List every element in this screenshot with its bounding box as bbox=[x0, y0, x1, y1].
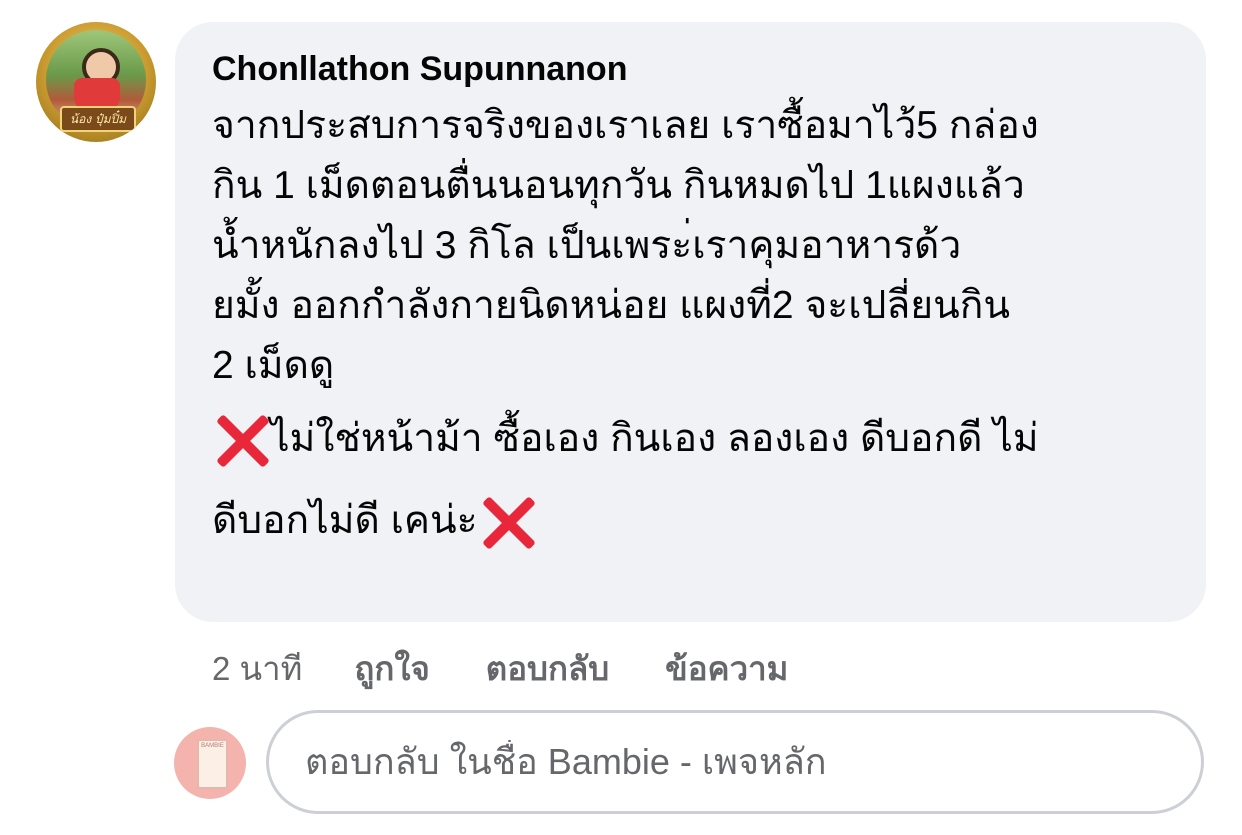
reply-input[interactable] bbox=[303, 740, 1167, 784]
comment-emoji-line: ไม่ใช่หน้าม้า ซื้อเอง กินเอง ลองเอง ดีบอ… bbox=[212, 400, 1176, 478]
comment-text-line: 2 เม็ดดู bbox=[212, 344, 335, 387]
avatar-name-tag: น้อง ปุ๋มปิ๋ม bbox=[60, 106, 136, 132]
reply-box[interactable] bbox=[266, 710, 1204, 814]
comment-text-segment: ไม่ใช่หน้าม้า ซื้อเอง กินเอง ลองเอง ดีบอ… bbox=[270, 417, 1039, 460]
like-button[interactable]: ถูกใจ bbox=[354, 642, 429, 695]
comment-text-line: จากประสบการจริงของเราเลย เราซื้อมาไว้5 ก… bbox=[212, 104, 1039, 147]
comment-author[interactable]: Chonllathon Supunnanon bbox=[212, 48, 1176, 90]
cross-mark-icon bbox=[212, 410, 270, 468]
product-box-icon bbox=[197, 739, 228, 789]
comment-emoji-line: ดีบอกไม่ดี เคน่ะ bbox=[212, 482, 1176, 560]
comment-actions: 2 นาที ถูกใจ ตอบกลับ ข้อความ bbox=[212, 642, 844, 695]
comment-text-line: ยมั้ง ออกกำลังกายนิดหน่อย แผงที่2 จะเปลี… bbox=[212, 284, 1011, 327]
comment-timestamp[interactable]: 2 นาที bbox=[212, 642, 302, 695]
commenter-avatar[interactable]: น้อง ปุ๋มปิ๋ม bbox=[36, 22, 156, 142]
cross-mark-icon bbox=[478, 492, 536, 550]
comment-text-segment: ดีบอกไม่ดี เคน่ะ bbox=[212, 499, 478, 542]
page-avatar[interactable] bbox=[174, 727, 246, 799]
reply-button[interactable]: ตอบกลับ bbox=[486, 642, 609, 695]
comment-bubble: Chonllathon Supunnanon จากประสบการจริงขอ… bbox=[175, 22, 1206, 622]
comment-text-line: น้ำหนักลงไป 3 กิโล เป็นเพระ่เราคุมอาหารด… bbox=[212, 224, 962, 267]
comment-text-line: กิน 1 เม็ดตอนตื่นนอนทุกวัน กินหมดไป 1แผง… bbox=[212, 164, 1025, 207]
message-button[interactable]: ข้อความ bbox=[665, 642, 788, 695]
